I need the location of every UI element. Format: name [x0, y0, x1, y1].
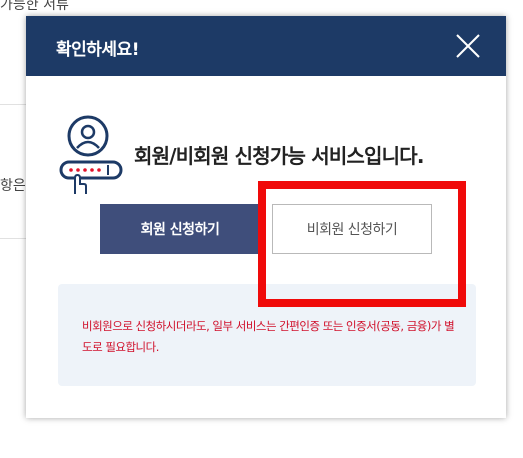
notice-text: 비회원으로 신청하시더라도, 일부 서비스는 간편인증 또는 인증서(공동, 금… [82, 319, 455, 354]
background-panel [0, 104, 29, 239]
close-icon [456, 34, 480, 58]
close-button[interactable] [452, 30, 484, 62]
service-message: 회원/비회원 신청가능 서비스입니다. [134, 144, 424, 168]
confirm-modal: 확인하세요! 회원/비회원 신청가능 서비스입니다. 회원 신청하기 비회원 신… [26, 16, 506, 418]
nonmember-apply-button[interactable]: 비회원 신청하기 [272, 204, 432, 254]
modal-header: 확인하세요! [26, 16, 506, 76]
person-login-icon [59, 115, 123, 194]
background-text-top: 가능한 서류 [0, 0, 69, 13]
background-text-side: 항은 [0, 178, 26, 194]
modal-title: 확인하세요! [56, 40, 139, 60]
member-apply-button[interactable]: 회원 신청하기 [100, 204, 260, 254]
notice-box: 비회원으로 신청하시더라도, 일부 서비스는 간편인증 또는 인증서(공동, 금… [58, 284, 476, 386]
